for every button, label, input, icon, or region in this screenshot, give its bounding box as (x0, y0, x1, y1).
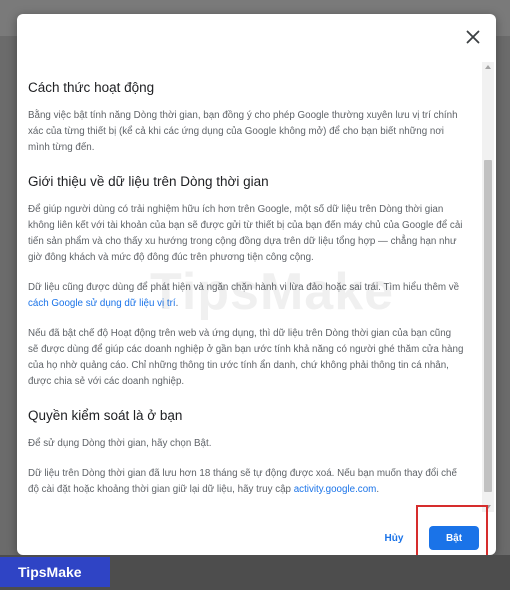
highlight-annotation (416, 505, 488, 558)
cancel-button[interactable]: Hủy (375, 526, 413, 550)
timeline-data-text-3: Nếu đã bật chế độ Hoạt động trên web và … (28, 328, 464, 387)
how-it-works-text: Bằng việc bật tính năng Dòng thời gian, … (28, 110, 458, 153)
control-text-2-body: Dữ liệu trên Dòng thời gian đã lưu hơn 1… (28, 468, 457, 495)
control-text-2: Dữ liệu trên Dòng thời gian đã lưu hơn 1… (28, 466, 464, 498)
scroll-up-icon[interactable] (485, 65, 491, 69)
scrollbar[interactable] (482, 62, 494, 512)
timeline-data-text-1: Để giúp người dùng có trải nghiệm hữu íc… (28, 204, 463, 263)
section-title-timeline-data: Giới thiệu về dữ liệu trên Dòng thời gia… (28, 174, 269, 189)
control-text-2-end: . (376, 484, 380, 495)
scrollbar-thumb[interactable] (484, 160, 492, 492)
section-title-how-it-works: Cách thức hoạt động (28, 80, 155, 95)
close-icon (466, 30, 480, 44)
section-title-control: Quyền kiểm soát là ở bạn (28, 408, 183, 423)
activity-link[interactable]: activity.google.com (294, 484, 377, 495)
control-text-1: Để sử dụng Dòng thời gian, hãy chọn Bật. (28, 438, 212, 449)
brand-logo: TipsMake (0, 557, 110, 587)
watermark: TipsMake (150, 263, 395, 321)
close-button[interactable] (462, 26, 484, 48)
